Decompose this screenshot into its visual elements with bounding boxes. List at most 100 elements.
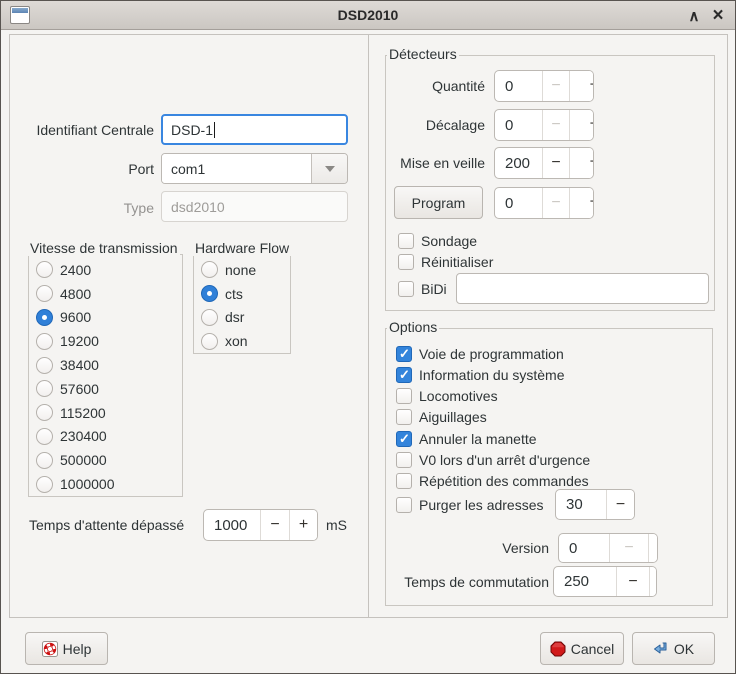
port-label: Port bbox=[21, 161, 154, 178]
titlebar: DSD2010 ∧ × bbox=[1, 1, 735, 30]
checkbox-information-systeme[interactable]: Information du système bbox=[396, 365, 565, 385]
radio-label: 4800 bbox=[60, 286, 91, 302]
commutation-value[interactable]: 250 bbox=[554, 567, 616, 596]
checkbox-label: Purger les adresses bbox=[419, 497, 544, 513]
spin-minus-button[interactable]: − bbox=[542, 110, 569, 140]
radio-option-2400[interactable]: 2400 bbox=[29, 258, 182, 282]
standby-spinbutton[interactable]: 200 − + bbox=[494, 147, 594, 179]
quantity-spinbutton[interactable]: 0 − + bbox=[494, 70, 594, 102]
spin-plus-button[interactable] bbox=[649, 567, 656, 596]
radio-icon bbox=[36, 404, 53, 421]
checkbox-repetition-commandes[interactable]: Répétition des commandes bbox=[396, 471, 589, 491]
speed-radio-group: 2400 4800 9600 19200 38400 57600 115200 … bbox=[28, 254, 183, 497]
checkbox-bidi[interactable]: BiDi bbox=[398, 279, 447, 299]
program-button[interactable]: Program bbox=[394, 186, 483, 219]
checkbox-label: Répétition des commandes bbox=[419, 473, 589, 489]
radio-option-500000[interactable]: 500000 bbox=[29, 448, 182, 472]
radio-option-9600[interactable]: 9600 bbox=[29, 306, 182, 330]
offset-value[interactable]: 0 bbox=[495, 110, 542, 140]
timeout-label: Temps d'attente dépassé bbox=[29, 517, 184, 534]
spin-minus-button[interactable]: − bbox=[609, 534, 648, 562]
spin-minus-button[interactable]: − bbox=[616, 567, 649, 596]
port-combobox-value[interactable]: com1 bbox=[162, 154, 311, 183]
ok-return-arrow-icon bbox=[653, 641, 669, 657]
radio-label: 2400 bbox=[60, 262, 91, 278]
port-dropdown-button[interactable] bbox=[311, 154, 347, 183]
version-value[interactable]: 0 bbox=[559, 534, 609, 562]
ok-button[interactable]: OK bbox=[632, 632, 715, 665]
program-button-label: Program bbox=[412, 195, 466, 211]
radio-option-1000000[interactable]: 1000000 bbox=[29, 472, 182, 496]
port-combobox[interactable]: com1 bbox=[161, 153, 348, 184]
detectors-group-title: Détecteurs bbox=[387, 46, 459, 62]
help-button[interactable]: Help bbox=[25, 632, 108, 665]
help-button-label: Help bbox=[63, 641, 92, 657]
type-value: dsd2010 bbox=[171, 199, 225, 215]
checkbox-locomotives[interactable]: Locomotives bbox=[396, 386, 498, 406]
timeout-spinbutton[interactable]: 1000 − + bbox=[203, 509, 318, 541]
checkbox-icon bbox=[396, 452, 412, 468]
plus-glyph: + bbox=[590, 76, 594, 94]
radio-option-4800[interactable]: 4800 bbox=[29, 282, 182, 306]
checkbox-annuler-manette[interactable]: Annuler la manette bbox=[396, 429, 537, 449]
checkbox-icon bbox=[396, 497, 412, 513]
spin-minus-button[interactable]: − bbox=[606, 490, 634, 519]
checkbox-icon bbox=[398, 281, 414, 297]
radio-label: 500000 bbox=[60, 452, 107, 468]
timeout-value[interactable]: 1000 bbox=[204, 510, 260, 540]
radio-label: 115200 bbox=[60, 405, 106, 421]
checkbox-label: Sondage bbox=[421, 233, 477, 249]
version-spinbutton[interactable]: 0 − + bbox=[558, 533, 658, 563]
checkbox-aiguillages[interactable]: Aiguillages bbox=[396, 407, 487, 427]
purge-spinbutton[interactable]: 30 − bbox=[555, 489, 635, 520]
ok-button-label: OK bbox=[674, 641, 694, 657]
program-value[interactable]: 0 bbox=[495, 188, 542, 218]
program-spinbutton[interactable]: 0 − + bbox=[494, 187, 594, 219]
standby-value[interactable]: 200 bbox=[495, 148, 542, 178]
spin-minus-button[interactable]: − bbox=[260, 510, 289, 540]
checkbox-v0-arret-urgence[interactable]: V0 lors d'un arrêt d'urgence bbox=[396, 450, 590, 470]
radio-option-115200[interactable]: 115200 bbox=[29, 401, 182, 425]
radio-option-19200[interactable]: 19200 bbox=[29, 329, 182, 353]
radio-option-none[interactable]: none bbox=[194, 258, 290, 282]
radio-option-230400[interactable]: 230400 bbox=[29, 425, 182, 449]
radio-option-57600[interactable]: 57600 bbox=[29, 377, 182, 401]
bidi-input[interactable] bbox=[456, 273, 709, 304]
shade-button[interactable]: ∧ bbox=[681, 1, 707, 30]
spin-plus-button[interactable]: + bbox=[569, 110, 593, 140]
flow-group-title: Hardware Flow bbox=[193, 240, 291, 256]
checkbox-reinitialiser[interactable]: Réinitialiser bbox=[398, 252, 493, 272]
checkbox-label: Voie de programmation bbox=[419, 346, 564, 362]
spin-minus-button[interactable]: − bbox=[542, 188, 569, 218]
spin-plus-button[interactable]: + bbox=[569, 148, 593, 178]
radio-label: 57600 bbox=[60, 381, 99, 397]
radio-label: cts bbox=[225, 286, 243, 302]
radio-option-xon[interactable]: xon bbox=[194, 329, 290, 353]
radio-option-cts[interactable]: cts bbox=[194, 282, 290, 306]
checkbox-label: BiDi bbox=[421, 281, 447, 297]
checkbox-label: Information du système bbox=[419, 367, 565, 383]
spin-minus-button[interactable]: − bbox=[542, 71, 569, 101]
radio-option-38400[interactable]: 38400 bbox=[29, 353, 182, 377]
close-button[interactable]: × bbox=[705, 1, 731, 30]
spin-plus-button[interactable]: + bbox=[648, 534, 657, 562]
plus-glyph: + bbox=[590, 115, 594, 133]
radio-label: 38400 bbox=[60, 357, 99, 373]
spin-plus-button[interactable]: + bbox=[289, 510, 317, 540]
purge-value[interactable]: 30 bbox=[556, 490, 606, 519]
commutation-spinbutton[interactable]: 250 − bbox=[553, 566, 657, 597]
checkbox-sondage[interactable]: Sondage bbox=[398, 231, 477, 251]
radio-icon bbox=[36, 428, 53, 445]
spin-minus-button[interactable]: − bbox=[542, 148, 569, 178]
cancel-button[interactable]: Cancel bbox=[540, 632, 624, 665]
quantity-value[interactable]: 0 bbox=[495, 71, 542, 101]
offset-spinbutton[interactable]: 0 − + bbox=[494, 109, 594, 141]
checkbox-purger-adresses[interactable]: Purger les adresses bbox=[396, 495, 544, 515]
standby-label: Mise en veille bbox=[385, 155, 485, 172]
spin-plus-button[interactable]: + bbox=[569, 71, 593, 101]
window-title: DSD2010 bbox=[1, 7, 735, 23]
spin-plus-button[interactable]: + bbox=[569, 188, 593, 218]
central-id-input[interactable]: DSD-1 bbox=[161, 114, 348, 145]
checkbox-voie-programmation[interactable]: Voie de programmation bbox=[396, 344, 564, 364]
radio-option-dsr[interactable]: dsr bbox=[194, 306, 290, 330]
